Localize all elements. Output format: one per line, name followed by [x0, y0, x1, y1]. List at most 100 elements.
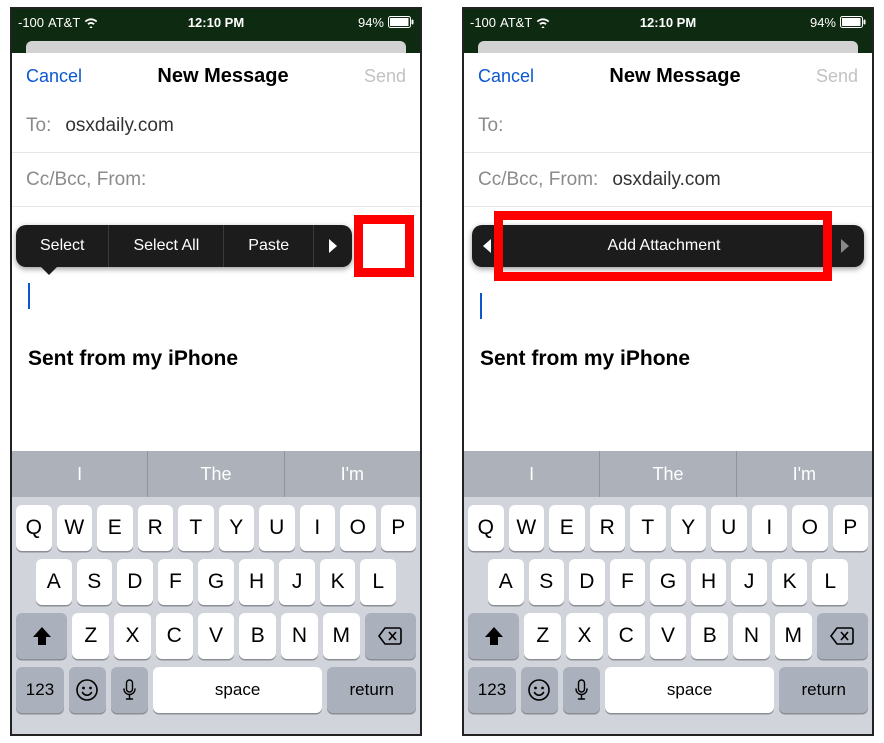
key-row-3: Z X C V B N M — [464, 605, 872, 659]
backspace-key[interactable] — [817, 613, 868, 659]
key-f[interactable]: F — [610, 559, 646, 605]
key-d[interactable]: D — [117, 559, 153, 605]
emoji-key[interactable] — [69, 667, 106, 713]
space-key[interactable]: space — [153, 667, 323, 713]
key-w[interactable]: W — [57, 505, 93, 551]
shift-key[interactable] — [16, 613, 67, 659]
numbers-key[interactable]: 123 — [16, 667, 64, 713]
key-t[interactable]: T — [630, 505, 666, 551]
menu-back-arrow[interactable] — [472, 225, 503, 267]
key-j[interactable]: J — [279, 559, 315, 605]
backspace-key[interactable] — [365, 613, 416, 659]
key-h[interactable]: H — [239, 559, 275, 605]
key-n[interactable]: N — [733, 613, 770, 659]
space-key[interactable]: space — [605, 667, 775, 713]
prediction-3[interactable]: I'm — [737, 451, 872, 497]
key-z[interactable]: Z — [524, 613, 561, 659]
message-body[interactable]: Add Attachment Sent from my iPhone — [464, 207, 872, 382]
shift-icon — [32, 627, 52, 646]
key-m[interactable]: M — [775, 613, 812, 659]
ccbcc-field-row[interactable]: Cc/Bcc, From: osxdaily.com — [464, 153, 872, 207]
key-g[interactable]: G — [650, 559, 686, 605]
key-q[interactable]: Q — [468, 505, 504, 551]
menu-select-all[interactable]: Select All — [109, 225, 224, 267]
return-key[interactable]: return — [779, 667, 868, 713]
key-s[interactable]: S — [529, 559, 565, 605]
prediction-bar: I The I'm — [12, 451, 420, 497]
key-e[interactable]: E — [549, 505, 585, 551]
cancel-button[interactable]: Cancel — [26, 66, 82, 87]
key-q[interactable]: Q — [16, 505, 52, 551]
key-v[interactable]: V — [650, 613, 687, 659]
key-e[interactable]: E — [97, 505, 133, 551]
key-p[interactable]: P — [381, 505, 417, 551]
to-field-row[interactable]: To: — [464, 99, 872, 153]
key-n[interactable]: N — [281, 613, 318, 659]
message-body[interactable]: Select Select All Paste Sent from my iPh… — [12, 207, 420, 382]
key-m[interactable]: M — [323, 613, 360, 659]
send-button[interactable]: Send — [816, 66, 858, 87]
key-c[interactable]: C — [156, 613, 193, 659]
key-p[interactable]: P — [833, 505, 869, 551]
key-b[interactable]: B — [691, 613, 728, 659]
key-a[interactable]: A — [36, 559, 72, 605]
emoji-key[interactable] — [521, 667, 558, 713]
key-d[interactable]: D — [569, 559, 605, 605]
key-v[interactable]: V — [198, 613, 235, 659]
prediction-1[interactable]: I — [464, 451, 600, 497]
key-h[interactable]: H — [691, 559, 727, 605]
key-r[interactable]: R — [138, 505, 174, 551]
dictation-key[interactable] — [563, 667, 600, 713]
key-y[interactable]: Y — [671, 505, 707, 551]
sheet-backdrop — [12, 35, 420, 53]
key-j[interactable]: J — [731, 559, 767, 605]
to-value: osxdaily.com — [65, 115, 173, 137]
key-i[interactable]: I — [300, 505, 336, 551]
key-y[interactable]: Y — [219, 505, 255, 551]
key-k[interactable]: K — [320, 559, 356, 605]
cancel-button[interactable]: Cancel — [478, 66, 534, 87]
key-r[interactable]: R — [590, 505, 626, 551]
status-bar: -100 AT&T 12:10 PM 94% — [464, 9, 872, 35]
menu-more-arrow[interactable] — [826, 225, 864, 267]
key-u[interactable]: U — [259, 505, 295, 551]
prediction-3[interactable]: I'm — [285, 451, 420, 497]
prediction-2[interactable]: The — [600, 451, 736, 497]
key-f[interactable]: F — [158, 559, 194, 605]
key-o[interactable]: O — [340, 505, 376, 551]
to-label: To: — [478, 115, 503, 137]
key-b[interactable]: B — [239, 613, 276, 659]
menu-add-attachment[interactable]: Add Attachment — [503, 225, 826, 267]
menu-more-arrow[interactable] — [314, 225, 352, 267]
phone-screen-left: -100 AT&T 12:10 PM 94% Cancel New Messag… — [10, 7, 422, 736]
send-button[interactable]: Send — [364, 66, 406, 87]
key-u[interactable]: U — [711, 505, 747, 551]
ccbcc-field-row[interactable]: Cc/Bcc, From: — [12, 153, 420, 207]
to-field-row[interactable]: To: osxdaily.com — [12, 99, 420, 153]
shift-key[interactable] — [468, 613, 519, 659]
prediction-1[interactable]: I — [12, 451, 148, 497]
key-row-1: Q W E R T Y U I O P — [12, 497, 420, 551]
key-l[interactable]: L — [360, 559, 396, 605]
key-o[interactable]: O — [792, 505, 828, 551]
key-w[interactable]: W — [509, 505, 545, 551]
key-c[interactable]: C — [608, 613, 645, 659]
emoji-icon — [527, 678, 551, 702]
key-a[interactable]: A — [488, 559, 524, 605]
key-l[interactable]: L — [812, 559, 848, 605]
dictation-key[interactable] — [111, 667, 148, 713]
key-g[interactable]: G — [198, 559, 234, 605]
prediction-2[interactable]: The — [148, 451, 284, 497]
key-i[interactable]: I — [752, 505, 788, 551]
return-key[interactable]: return — [327, 667, 416, 713]
menu-paste[interactable]: Paste — [224, 225, 314, 267]
key-x[interactable]: X — [114, 613, 151, 659]
key-t[interactable]: T — [178, 505, 214, 551]
key-s[interactable]: S — [77, 559, 113, 605]
key-z[interactable]: Z — [72, 613, 109, 659]
from-value: osxdaily.com — [612, 169, 720, 191]
key-k[interactable]: K — [772, 559, 808, 605]
menu-select[interactable]: Select — [16, 225, 109, 267]
key-x[interactable]: X — [566, 613, 603, 659]
numbers-key[interactable]: 123 — [468, 667, 516, 713]
